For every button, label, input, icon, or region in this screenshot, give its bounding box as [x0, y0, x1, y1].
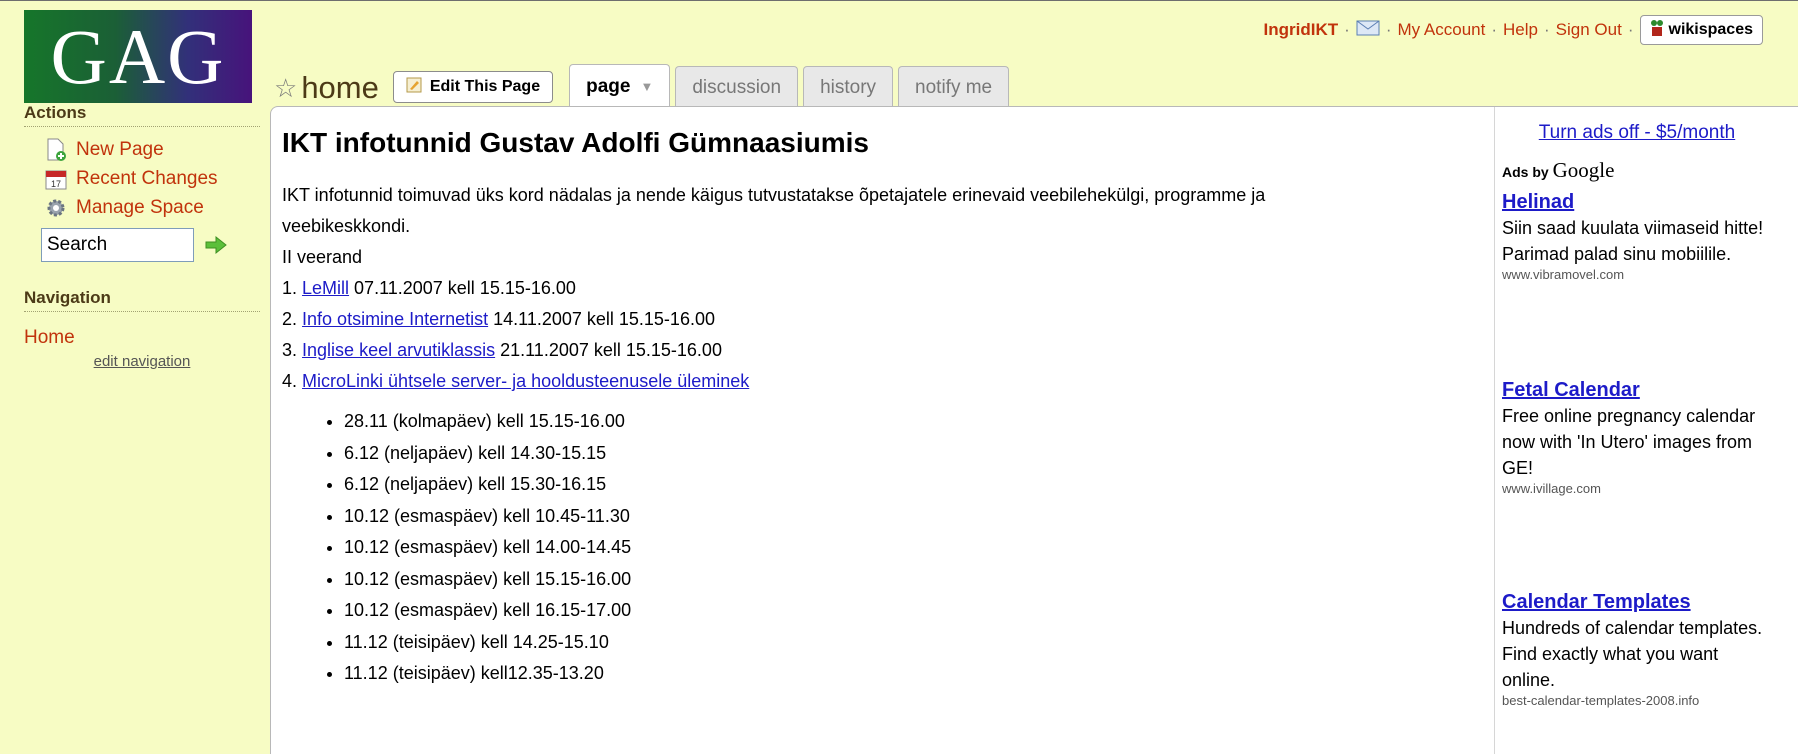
- session-item: 6.12 (neljapäev) kell 14.30-15.15: [344, 438, 1482, 470]
- search-row: [41, 228, 260, 262]
- info-otsimine-link[interactable]: Info otsimine Internetist: [302, 309, 488, 329]
- page-title: home: [301, 70, 379, 105]
- intro-text-line: IKT infotunnid toimuvad üks kord nädalas…: [282, 185, 1266, 205]
- session-item: 10.12 (esmaspäev) kell 14.00-14.45: [344, 532, 1482, 564]
- user-bar: IngridIKT · · My Account · Help · Sign O…: [1264, 15, 1763, 45]
- my-account-link[interactable]: My Account: [1397, 20, 1485, 40]
- list-item: 2. Info otsimine Internetist 14.11.2007 …: [282, 304, 1482, 335]
- recent-changes-link[interactable]: 17 Recent Changes: [44, 164, 260, 193]
- svg-text:17: 17: [51, 179, 61, 189]
- session-item: 11.12 (teisipäev) kell 14.25-15.10: [344, 627, 1482, 659]
- list-item: 4. MicroLinki ühtsele server- ja hooldus…: [282, 366, 1482, 397]
- wikispaces-button[interactable]: wikispaces: [1639, 15, 1763, 45]
- ad-url[interactable]: best-calendar-templates-2008.info: [1502, 693, 1772, 709]
- separator: ·: [1627, 20, 1634, 39]
- list-item: 1. LeMill 07.11.2007 kell 15.15-16.00: [282, 273, 1482, 304]
- ad-item: Fetal Calendar Free online pregnancy cal…: [1502, 377, 1772, 497]
- intro-text-line: veebikeskkondi.: [282, 216, 411, 236]
- session-item: 10.12 (esmaspäev) kell 15.15-16.00: [344, 564, 1482, 596]
- sign-out-link[interactable]: Sign Out: [1556, 20, 1622, 40]
- session-item: 10.12 (esmaspäev) kell 10.45-11.30: [344, 501, 1482, 533]
- ad-body: Siin saad kuulata viimaseid hitte! Parim…: [1502, 218, 1764, 264]
- wikispaces-label: wikispaces: [1668, 21, 1754, 38]
- session-item: 11.12 (teisipäev) kell12.35-13.20: [344, 658, 1482, 690]
- item-date: 21.11.2007 kell 15.15-16.00: [495, 340, 722, 360]
- inglise-keel-link[interactable]: Inglise keel arvutiklassis: [302, 340, 495, 360]
- period-label: II veerand: [282, 247, 363, 267]
- microlinki-link[interactable]: MicroLinki ühtsele server- ja hooldustee…: [302, 371, 749, 391]
- ads-by-label: Ads by: [1502, 164, 1549, 180]
- session-item: 6.12 (neljapäev) kell 15.30-16.15: [344, 469, 1482, 501]
- ad-body: Hundreds of calendar templates. Find exa…: [1502, 618, 1763, 690]
- new-page-icon: [44, 138, 68, 162]
- article: IKT infotunnid Gustav Adolfi Gümnaasiumi…: [282, 125, 1482, 690]
- content-panel: IKT infotunnid Gustav Adolfi Gümnaasiumi…: [270, 106, 1798, 754]
- article-heading: IKT infotunnid Gustav Adolfi Gümnaasiumi…: [282, 127, 869, 158]
- list-item: 3. Inglise keel arvutiklassis 21.11.2007…: [282, 335, 1482, 366]
- ad-url[interactable]: www.vibramovel.com: [1502, 267, 1772, 283]
- google-logo: Google: [1552, 158, 1615, 182]
- edit-page-label: Edit This Page: [429, 78, 541, 95]
- lemill-link[interactable]: LeMill: [302, 278, 349, 298]
- separator: ·: [1344, 20, 1350, 39]
- tab-discussion[interactable]: discussion: [675, 66, 799, 108]
- session-item: 10.12 (esmaspäev) kell 16.15-17.00: [344, 595, 1482, 627]
- help-link[interactable]: Help: [1503, 20, 1538, 40]
- new-page-link[interactable]: New Page: [44, 135, 260, 164]
- item-number: 4.: [282, 371, 298, 391]
- ads-by-google[interactable]: Ads by Google: [1502, 158, 1798, 183]
- item-number: 2.: [282, 309, 298, 329]
- site-logo[interactable]: GAG: [24, 10, 252, 103]
- tab-label: page: [586, 75, 631, 97]
- top-border: [0, 0, 1798, 9]
- navigation-heading: Navigation: [24, 288, 260, 312]
- actions-heading: Actions: [24, 103, 260, 127]
- session-list: 28.11 (kolmapäev) kell 15.15-16.00 6.12 …: [344, 406, 1482, 690]
- page-header: ☆ home Edit This Page page ▼ discussion …: [274, 62, 1014, 108]
- item-date: 14.11.2007 kell 15.15-16.00: [488, 309, 715, 329]
- search-input[interactable]: [41, 228, 194, 262]
- sidebar: Actions New Page 17 Recent Changes Manag…: [24, 103, 260, 370]
- chevron-down-icon: ▼: [640, 79, 654, 94]
- item-number: 3.: [282, 340, 298, 360]
- turn-ads-off-link[interactable]: Turn ads off - $5/month: [1502, 122, 1772, 144]
- action-label: Recent Changes: [76, 167, 218, 189]
- tab-page[interactable]: page ▼: [569, 64, 671, 108]
- ad-item: Calendar Templates Hundreds of calendar …: [1502, 589, 1772, 709]
- ad-body: Free online pregnancy calendar now with …: [1502, 406, 1756, 478]
- ad-title-link[interactable]: Calendar Templates: [1502, 589, 1772, 615]
- edit-page-button[interactable]: Edit This Page: [392, 71, 554, 103]
- tab-history[interactable]: history: [803, 66, 894, 108]
- edit-navigation-link[interactable]: edit navigation: [24, 353, 260, 370]
- separator: ·: [1544, 20, 1550, 39]
- ad-item: Helinad Siin saad kuulata viimaseid hitt…: [1502, 189, 1772, 283]
- nav-home-link[interactable]: Home: [24, 327, 260, 349]
- pencil-icon: [406, 77, 422, 98]
- separator: ·: [1491, 20, 1498, 39]
- separator: ·: [1385, 20, 1392, 39]
- item-number: 1.: [282, 278, 298, 298]
- gear-icon: [44, 196, 68, 220]
- ads-column: Turn ads off - $5/month Ads by Google He…: [1494, 107, 1798, 754]
- star-icon[interactable]: ☆: [274, 68, 297, 108]
- item-date: 07.11.2007 kell 15.15-16.00: [349, 278, 576, 298]
- session-item: 28.11 (kolmapäev) kell 15.15-16.00: [344, 406, 1482, 438]
- flowerpot-icon: [1650, 19, 1664, 42]
- username-link[interactable]: IngridIKT: [1264, 20, 1339, 40]
- action-label: Manage Space: [76, 196, 204, 218]
- ad-url[interactable]: www.ivillage.com: [1502, 481, 1772, 497]
- calendar-icon: 17: [44, 167, 68, 191]
- action-label: New Page: [76, 138, 164, 160]
- tab-notify-me[interactable]: notify me: [898, 66, 1010, 108]
- manage-space-link[interactable]: Manage Space: [44, 193, 260, 222]
- mail-icon[interactable]: [1356, 20, 1380, 41]
- ad-title-link[interactable]: Helinad: [1502, 189, 1772, 215]
- ad-title-link[interactable]: Fetal Calendar: [1502, 377, 1772, 403]
- go-arrow-icon[interactable]: [202, 231, 230, 259]
